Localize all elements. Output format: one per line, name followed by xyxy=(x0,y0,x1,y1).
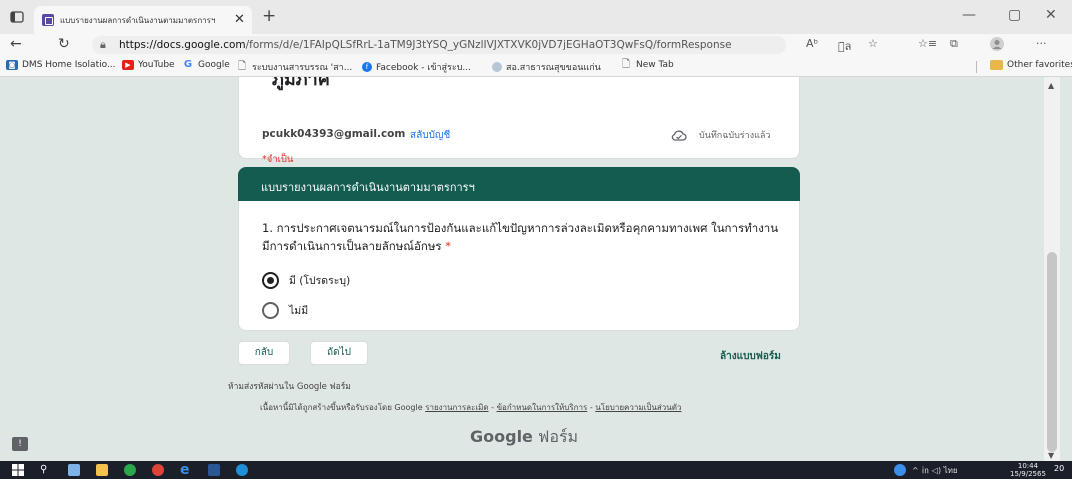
radio-unselected-icon[interactable] xyxy=(262,302,279,319)
question-section: 1. การประกาศเจตนารมณ์ในการป้องกันและแก้ไ… xyxy=(238,167,800,331)
privacy-link[interactable]: นโยบายความเป็นส่วนตัว xyxy=(595,403,681,412)
site-icon xyxy=(492,62,502,72)
maximize-button[interactable]: ▢ xyxy=(1008,7,1021,23)
edge-icon[interactable] xyxy=(236,464,248,476)
bookmark-google[interactable]: G Google xyxy=(182,59,230,71)
bookmark-facebook[interactable]: f Facebook - เข้าสู่ระบ... xyxy=(362,60,471,74)
google-forms-logo[interactable]: Google ฟอร์ม xyxy=(470,425,578,450)
favorites-icon[interactable]: ☆≡ xyxy=(918,37,937,50)
form-page: ภูมิภาค pcukk04393@gmail.com สลับบัญชี บ… xyxy=(0,77,1044,461)
cloud-saved-icon xyxy=(671,130,687,141)
read-aloud-icon[interactable]: Aᵇ xyxy=(806,37,818,50)
scroll-down-arrow-icon[interactable]: ▼ xyxy=(1048,451,1054,460)
bookmark-youtube[interactable]: ▶ YouTube xyxy=(122,60,175,70)
report-abuse-link[interactable]: รายงานการละเมิด xyxy=(425,403,488,412)
google-forms-icon xyxy=(42,14,54,26)
taskbar-clock[interactable]: 10:44 15/9/2565 xyxy=(1010,462,1046,478)
line-app-icon[interactable] xyxy=(124,464,136,476)
url-text: https://docs.google.com/forms/d/e/1FAIpQ… xyxy=(119,39,732,51)
search-icon[interactable]: ⚲ xyxy=(40,464,52,476)
back-button[interactable]: กลับ xyxy=(238,341,290,365)
tab-actions-icon[interactable] xyxy=(10,10,24,24)
windows-taskbar: ⚲ e ^ ㏌ ◁) ไทย 10:44 15/9/2565 20 xyxy=(0,461,1072,479)
feedback-icon[interactable]: ! xyxy=(12,437,28,451)
page-icon: 🗋︎ xyxy=(621,59,631,70)
new-tab-button[interactable]: + xyxy=(262,6,276,26)
task-view-icon[interactable] xyxy=(68,464,80,476)
system-tray[interactable]: ^ ㏌ ◁) ไทย xyxy=(912,464,958,477)
refresh-icon[interactable]: ↻ xyxy=(58,36,70,52)
terms-link[interactable]: ข้อกำหนดในการให้บริการ xyxy=(497,403,588,412)
facebook-icon: f xyxy=(362,62,372,72)
translate-icon[interactable]: อ̈ล xyxy=(838,37,851,55)
file-explorer-icon[interactable] xyxy=(96,464,108,476)
bookmark-new-tab[interactable]: 🗋︎ New Tab xyxy=(620,59,674,71)
tab-title: แบบรายงานผลการดำเนินงานตามมาตรการฯ xyxy=(60,16,216,25)
more-menu-icon[interactable]: ··· xyxy=(1036,37,1047,50)
windows-start-icon[interactable] xyxy=(12,464,24,476)
bookmarks-divider xyxy=(976,61,977,73)
folder-icon xyxy=(990,60,1003,70)
bookmark-saraban[interactable]: 🗋︎ ระบบงานสารบรรณ 'สา... xyxy=(236,60,352,74)
word-icon[interactable] xyxy=(208,464,220,476)
form-header-card: ภูมิภาค pcukk04393@gmail.com สลับบัญชี บ… xyxy=(238,77,800,165)
option-no[interactable]: ไม่มี xyxy=(262,302,308,319)
dms-icon: ◙ xyxy=(6,60,18,70)
address-bar[interactable]: 🔒︎ https://docs.google.com/forms/d/e/1FA… xyxy=(92,36,786,54)
switch-account-link[interactable]: สลับบัญชี xyxy=(410,128,450,143)
collections-icon[interactable]: ⧉ xyxy=(950,37,958,51)
edge-tray-icon[interactable] xyxy=(894,464,906,476)
question-text: 1. การประกาศเจตนารมณ์ในการป้องกันและแก้ไ… xyxy=(262,221,779,253)
section-header: แบบรายงานผลการดำเนินงานตามมาตรการฯ xyxy=(238,167,800,201)
page-icon: 🗋︎ xyxy=(237,61,247,72)
lock-icon: 🔒︎ xyxy=(100,38,106,51)
browser-titlebar: แบบรายงานผลการดำเนินงานตามมาตรการฯ ✕ + —… xyxy=(0,0,1072,34)
option-yes[interactable]: มี (โปรดระบุ) xyxy=(262,272,350,289)
close-window-button[interactable]: ✕ xyxy=(1045,7,1057,23)
account-email: pcukk04393@gmail.com xyxy=(262,128,406,140)
address-toolbar: ← ↻ 🔒︎ https://docs.google.com/forms/d/e… xyxy=(0,34,1072,56)
next-button[interactable]: ถัดไป xyxy=(310,341,368,365)
other-favorites[interactable]: Other favorites xyxy=(990,60,1072,70)
profile-avatar-icon[interactable] xyxy=(990,37,1004,54)
add-favorite-icon[interactable]: ☆ xyxy=(868,37,878,50)
youtube-icon: ▶ xyxy=(122,60,134,70)
google-icon: G xyxy=(183,59,193,70)
bookmark-health-office[interactable]: สอ.สาธารณสุขขอนแก่น xyxy=(492,60,601,74)
scroll-thumb[interactable] xyxy=(1047,252,1057,452)
back-arrow-icon[interactable]: ← xyxy=(10,36,22,52)
scroll-up-arrow-icon[interactable]: ▲ xyxy=(1048,81,1054,90)
internet-explorer-icon[interactable]: e xyxy=(180,463,192,477)
bookmarks-bar: ◙ DMS Home Isolatio... ▶ YouTube G Google 🗋… xyxy=(0,56,1072,77)
question-card: 1. การประกาศเจตนารมณ์ในการป้องกันและแก้ไ… xyxy=(238,197,800,331)
bookmark-dms[interactable]: ◙ DMS Home Isolatio... xyxy=(6,60,116,70)
required-note: *จำเป็น xyxy=(262,154,294,165)
no-password-warning: ห้ามส่งรหัสผ่านใน Google ฟอร์ม xyxy=(228,382,351,392)
clear-form-link[interactable]: ล้างแบบฟอร์ม xyxy=(720,349,781,364)
section-title: แบบรายงานผลการดำเนินงานตามมาตรการฯ xyxy=(261,181,475,194)
chrome-icon[interactable] xyxy=(152,464,164,476)
required-star: * xyxy=(445,239,451,253)
minimize-button[interactable]: — xyxy=(962,7,976,23)
tab-close-icon[interactable]: ✕ xyxy=(234,12,245,27)
radio-selected-icon[interactable] xyxy=(262,272,279,289)
footer-disclaimer: เนื้อหานี้มิได้ถูกสร้างขึ้นหรือรับรองโดย… xyxy=(260,403,682,412)
draft-status: บันทึกฉบับร่างแล้ว xyxy=(671,128,770,142)
browser-tab-active[interactable]: แบบรายงานผลการดำเนินงานตามมาตรการฯ ✕ xyxy=(34,6,252,34)
form-title: ภูมิภาค xyxy=(272,77,330,90)
notification-badge[interactable]: 20 xyxy=(1054,464,1064,473)
page-scrollbar[interactable]: ▲ ▼ xyxy=(1044,77,1060,461)
